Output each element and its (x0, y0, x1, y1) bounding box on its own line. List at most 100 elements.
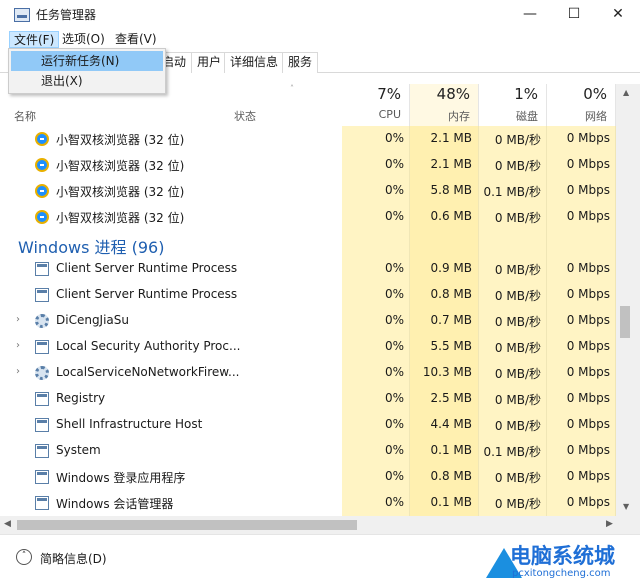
table-row[interactable]: 小智双核浏览器 (32 位) 0% 5.8 MB 0.1 MB/秒 0 Mbps (0, 178, 616, 204)
network-value: 0 Mbps (566, 287, 610, 301)
disk-value: 0 MB/秒 (494, 263, 541, 277)
cpu-value: 0% (384, 131, 404, 145)
window-icon (35, 262, 49, 276)
column-disk[interactable]: 1% 磁盘 (479, 84, 547, 126)
menu-options[interactable]: 选项(O) (58, 31, 109, 48)
group-header[interactable]: Windows 进程 (96) (0, 230, 616, 257)
tab-users[interactable]: 用户 (191, 52, 228, 73)
table-row[interactable]: Shell Infrastructure Host 0% 4.4 MB 0 MB/秒 0… (0, 412, 616, 438)
fewer-details-link[interactable]: 简略信息(D) (40, 550, 107, 567)
horizontal-scroll-thumb[interactable] (17, 520, 357, 530)
cpu-value: 0% (384, 391, 404, 405)
cpu-total: 7% (377, 85, 401, 103)
memory-value: 2.1 MB (430, 131, 472, 145)
memory-value: 0.7 MB (430, 313, 472, 327)
file-menu-dropdown: 运行新任务(N) 退出(X) (8, 48, 166, 94)
run-new-task-menu-item[interactable]: 运行新任务(N) (11, 51, 163, 71)
table-row[interactable]: Client Server Runtime Process 0% 0.8 MB 0 M… (0, 282, 616, 308)
network-value: 0 Mbps (566, 365, 610, 379)
process-name: Windows 会话管理器 (56, 497, 174, 511)
table-row[interactable]: 小智双核浏览器 (32 位) 0% 2.1 MB 0 MB/秒 0 Mbps (0, 152, 616, 178)
column-network[interactable]: 0% 网络 (547, 84, 616, 126)
cpu-value: 0% (384, 261, 404, 275)
window-icon (35, 340, 49, 354)
cpu-value: 0% (384, 365, 404, 379)
menu-view[interactable]: 查看(V) (111, 31, 161, 48)
process-name: Client Server Runtime Process (56, 287, 238, 301)
memory-label: 内存 (448, 110, 470, 123)
cpu-value: 0% (384, 209, 404, 223)
disk-value: 0 MB/秒 (494, 393, 541, 407)
horizontal-scrollbar[interactable]: ◀ ▶ (0, 516, 640, 534)
scroll-up-icon[interactable]: ▲ (623, 88, 629, 97)
process-name: Windows 登录应用程序 (56, 471, 186, 485)
group-title: Windows 进程 (96) (18, 238, 165, 257)
scroll-down-icon[interactable]: ▼ (623, 502, 629, 511)
network-value: 0 Mbps (566, 183, 610, 197)
window-icon (35, 444, 49, 458)
window-title: 任务管理器 (36, 8, 97, 22)
memory-value: 4.4 MB (430, 417, 472, 431)
gear-icon (35, 314, 49, 328)
memory-value: 5.5 MB (430, 339, 472, 353)
expand-chevron-icon[interactable]: › (16, 366, 20, 377)
vertical-scrollbar[interactable]: ▲ ▼ (616, 84, 640, 516)
network-total: 0% (583, 85, 607, 103)
maximize-button[interactable]: ☐ (552, 0, 596, 30)
disk-value: 0 MB/秒 (494, 315, 541, 329)
window-icon (35, 470, 49, 484)
vertical-scroll-thumb[interactable] (620, 306, 630, 338)
sort-indicator-icon: ˄ (290, 84, 294, 93)
disk-value: 0 MB/秒 (494, 289, 541, 303)
memory-value: 0.6 MB (430, 209, 472, 223)
browser-icon (35, 158, 49, 172)
memory-value: 0.1 MB (430, 443, 472, 457)
cpu-value: 0% (384, 157, 404, 171)
memory-value: 0.8 MB (430, 287, 472, 301)
disk-value: 0 MB/秒 (494, 133, 541, 147)
cpu-value: 0% (384, 313, 404, 327)
table-row[interactable]: Client Server Runtime Process 0% 0.9 MB 0 M… (0, 256, 616, 282)
table-row[interactable]: 小智双核浏览器 (32 位) 0% 2.1 MB 0 MB/秒 0 Mbps (0, 126, 616, 152)
table-row[interactable]: › LocalServiceNoNetworkFirew... 0% 10.3 MB 0… (0, 360, 616, 386)
table-row[interactable]: System 0% 0.1 MB 0.1 MB/秒 0 Mbps (0, 438, 616, 464)
network-value: 0 Mbps (566, 417, 610, 431)
process-list: 小智双核浏览器 (32 位) 0% 2.1 MB 0 MB/秒 0 Mbps 小智双核浏览… (0, 126, 616, 518)
disk-value: 0 MB/秒 (494, 419, 541, 433)
scroll-left-icon[interactable]: ◀ (4, 519, 11, 529)
column-name[interactable]: 名称 (14, 108, 36, 124)
menu-file[interactable]: 文件(F) (9, 31, 60, 48)
exit-menu-item[interactable]: 退出(X) (11, 71, 163, 91)
column-status[interactable]: 状态 (234, 108, 256, 124)
chevron-up-icon[interactable]: ˄ (16, 549, 32, 565)
column-memory[interactable]: 48% 内存 (410, 84, 479, 126)
disk-value: 0 MB/秒 (494, 159, 541, 173)
table-row[interactable]: › DiCengJiaSu 0% 0.7 MB 0 MB/秒 0 Mbps (0, 308, 616, 334)
process-name: Client Server Runtime Process (56, 261, 238, 275)
network-label: 网络 (585, 110, 607, 123)
expand-chevron-icon[interactable]: › (16, 340, 20, 351)
title-bar: 任务管理器 — ☐ ✕ (0, 0, 640, 30)
memory-value: 0.8 MB (430, 469, 472, 483)
process-name: Registry (56, 391, 106, 405)
expand-chevron-icon[interactable]: › (16, 314, 20, 325)
table-row[interactable]: 小智双核浏览器 (32 位) 0% 0.6 MB 0 MB/秒 0 Mbps (0, 204, 616, 230)
process-name: 小智双核浏览器 (32 位) (56, 185, 185, 199)
tab-services[interactable]: 服务 (282, 52, 319, 73)
column-cpu[interactable]: 7% CPU (342, 84, 410, 126)
memory-total: 48% (436, 85, 470, 103)
table-row[interactable]: Windows 会话管理器 0% 0.1 MB 0 MB/秒 0 Mbps (0, 490, 616, 516)
close-button[interactable]: ✕ (596, 0, 640, 30)
table-row[interactable]: Windows 登录应用程序 0% 0.8 MB 0 MB/秒 0 Mbps (0, 464, 616, 490)
table-row[interactable]: Registry 0% 2.5 MB 0 MB/秒 0 Mbps (0, 386, 616, 412)
process-name: Shell Infrastructure Host (56, 417, 203, 431)
cpu-value: 0% (384, 469, 404, 483)
minimize-button[interactable]: — (508, 0, 552, 30)
table-row[interactable]: › Local Security Authority Proc... 0% 5.5 M… (0, 334, 616, 360)
process-name: System (56, 443, 101, 457)
memory-value: 0.1 MB (430, 495, 472, 509)
tab-details[interactable]: 详细信息 (224, 52, 285, 73)
process-name: DiCengJiaSu (56, 313, 130, 327)
cpu-value: 0% (384, 443, 404, 457)
scroll-right-icon[interactable]: ▶ (606, 519, 613, 529)
